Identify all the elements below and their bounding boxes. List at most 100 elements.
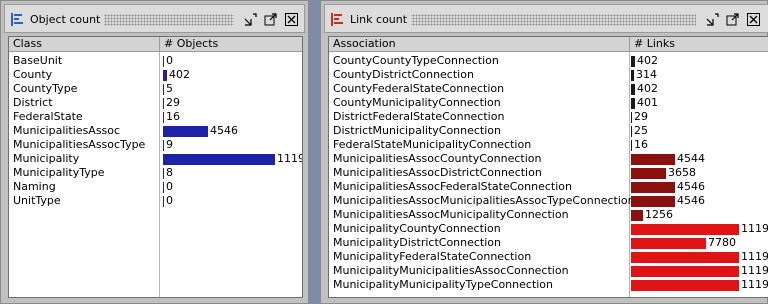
row-label: DistrictFederalStateConnection [333, 110, 505, 123]
table-row[interactable]: MunicipalitiesAssocCountyConnection 4544 [329, 152, 768, 166]
count-value: 11192 [741, 250, 768, 263]
count-value: 11192 [741, 278, 768, 291]
count-bar [163, 196, 164, 207]
table-row[interactable]: CountyMunicipalityConnection 401 [329, 96, 768, 110]
table-row[interactable]: CountyDistrictConnection 314 [329, 68, 768, 82]
row-label: District [13, 96, 53, 109]
row-label: FederalStateMunicipalityConnection [333, 138, 532, 151]
table-row[interactable]: MunicipalityCountyConnection 11190 [329, 222, 768, 236]
row-label: BaseUnit [13, 54, 63, 67]
table-row[interactable]: MunicipalityMunicipalityTypeConnection 11… [329, 278, 768, 292]
table-row[interactable]: MunicipalitiesAssocType 9 [9, 138, 302, 152]
row-label: Naming [13, 180, 56, 193]
bar-chart-icon [11, 13, 24, 26]
count-value: 11192 [277, 152, 302, 165]
table-row[interactable]: MunicipalitiesAssocMunicipalitiesAssocTy… [329, 194, 768, 208]
column-header-class[interactable]: Class [9, 37, 42, 51]
row-label: County [13, 68, 53, 81]
count-value: 4546 [210, 124, 238, 137]
count-bar [163, 84, 164, 95]
count-value: 401 [637, 96, 658, 109]
table-row[interactable]: District 29 [9, 96, 302, 110]
row-label: FederalState [13, 110, 83, 123]
window-title: Object count [30, 13, 101, 26]
row-label: MunicipalitiesAssocType [13, 138, 146, 151]
column-header-objects[interactable]: # Objects [160, 37, 218, 51]
object-count-window: Object count Class # Objects BaseUnit 0 Co… [0, 0, 309, 304]
row-label: CountyCountyTypeConnection [333, 54, 499, 67]
row-label: MunicipalitiesAssoc [13, 124, 121, 137]
maximize-icon[interactable] [725, 12, 740, 27]
close-icon[interactable] [746, 12, 761, 27]
row-label: CountyFederalStateConnection [333, 82, 505, 95]
link-rows: CountyCountyTypeConnection 402 CountyDistr… [329, 54, 768, 292]
count-bar [631, 168, 666, 179]
count-bar [163, 168, 164, 179]
table-row[interactable]: MunicipalityMunicipalitiesAssocConnectio… [329, 264, 768, 278]
table-row[interactable]: MunicipalitiesAssoc 4546 [9, 124, 302, 138]
count-bar [631, 56, 635, 67]
count-bar [631, 84, 635, 95]
table-row[interactable]: CountyCountyTypeConnection 402 [329, 54, 768, 68]
count-bar [163, 126, 208, 137]
maximize-icon[interactable] [263, 12, 278, 27]
count-value: 29 [166, 96, 180, 109]
minimize-icon[interactable] [243, 12, 258, 27]
count-value: 7780 [708, 236, 736, 249]
count-value: 29 [634, 110, 648, 123]
row-label: MunicipalityType [13, 166, 105, 179]
close-icon[interactable] [284, 12, 299, 27]
row-label: MunicipalityMunicipalitiesAssocConnectio… [333, 264, 569, 277]
row-label: MunicipalitiesAssocFederalStateConnectio… [333, 180, 572, 193]
count-value: 314 [636, 68, 657, 81]
object-count-titlebar[interactable]: Object count [4, 4, 305, 33]
table-row[interactable]: Naming 0 [9, 180, 302, 194]
link-count-table: Association # Links CountyCountyTypeConn… [328, 36, 768, 298]
table-row[interactable]: BaseUnit 0 [9, 54, 302, 68]
count-bar [631, 98, 635, 109]
table-row[interactable]: MunicipalitiesAssocFederalStateConnectio… [329, 180, 768, 194]
bar-chart-icon [331, 13, 344, 26]
column-header-association[interactable]: Association [329, 37, 396, 51]
table-header: Association # Links [329, 37, 768, 52]
object-rows: BaseUnit 0 County 402 CountyType 5 District 29 F… [9, 54, 302, 208]
object-count-table: Class # Objects BaseUnit 0 County 402 County… [8, 36, 303, 298]
table-row[interactable]: DistrictMunicipalityConnection 25 [329, 124, 768, 138]
table-row[interactable]: MunicipalitiesAssocMunicipalityConnectio… [329, 208, 768, 222]
count-value: 4546 [677, 194, 705, 207]
table-row[interactable]: UnitType 0 [9, 194, 302, 208]
table-row[interactable]: County 402 [9, 68, 302, 82]
link-count-titlebar[interactable]: Link count [324, 4, 768, 33]
count-bar [631, 140, 632, 151]
table-row[interactable]: MunicipalityFederalStateConnection 11192 [329, 250, 768, 264]
count-bar [631, 182, 675, 193]
table-row[interactable]: MunicipalitiesAssocDistrictConnection 365… [329, 166, 768, 180]
table-row[interactable]: FederalState 16 [9, 110, 302, 124]
table-row[interactable]: MunicipalityDistrictConnection 7780 [329, 236, 768, 250]
count-bar [631, 196, 675, 207]
row-label: Municipality [13, 152, 80, 165]
table-row[interactable]: FederalStateMunicipalityConnection 16 [329, 138, 768, 152]
window-title: Link count [350, 13, 408, 26]
column-header-links[interactable]: # Links [630, 37, 675, 51]
row-label: MunicipalityCountyConnection [333, 222, 501, 235]
count-value: 11192 [741, 264, 768, 277]
count-bar [163, 98, 164, 109]
table-row[interactable]: Municipality 11192 [9, 152, 302, 166]
count-value: 3658 [668, 166, 696, 179]
row-label: MunicipalityMunicipalityTypeConnection [333, 278, 554, 291]
count-bar [631, 224, 739, 235]
table-row[interactable]: CountyFederalStateConnection 402 [329, 82, 768, 96]
count-value: 0 [166, 194, 173, 207]
count-value: 0 [166, 54, 173, 67]
minimize-icon[interactable] [705, 12, 720, 27]
table-row[interactable]: MunicipalityType 8 [9, 166, 302, 180]
table-row[interactable]: DistrictFederalStateConnection 29 [329, 110, 768, 124]
table-row[interactable]: CountyType 5 [9, 82, 302, 96]
count-bar [631, 252, 739, 263]
row-label: MunicipalitiesAssocDistrictConnection [333, 166, 542, 179]
count-bar [163, 112, 164, 123]
title-label: Link count [331, 12, 412, 27]
count-bar [631, 280, 739, 291]
count-value: 16 [634, 138, 648, 151]
